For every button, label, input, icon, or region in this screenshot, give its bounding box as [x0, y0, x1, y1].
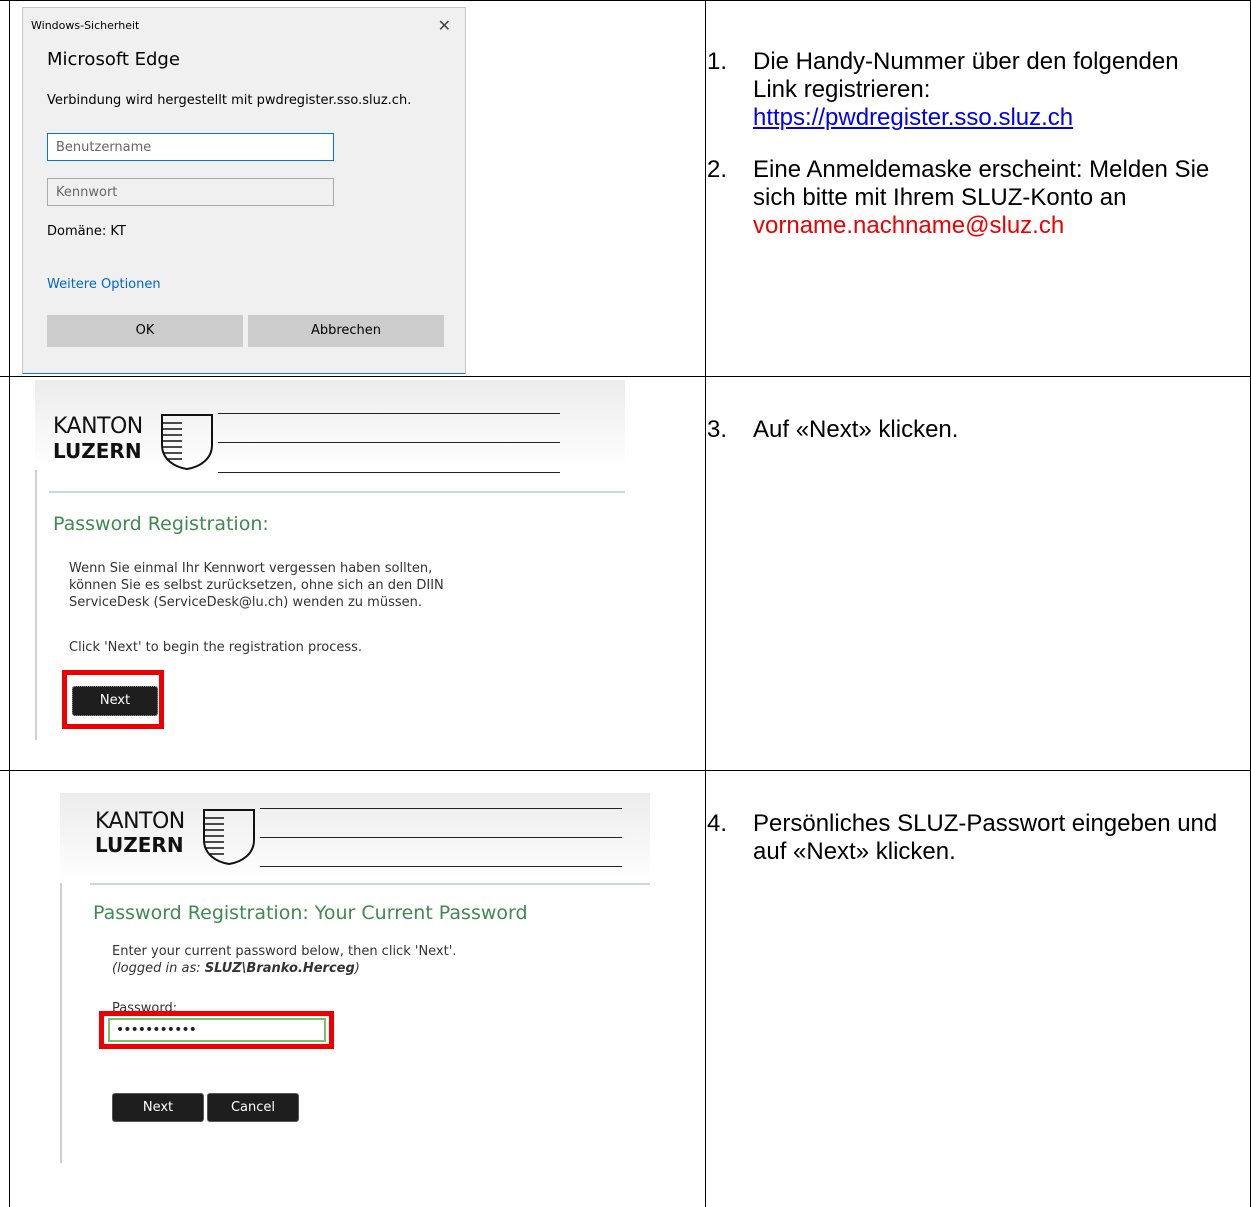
email-format-text: vorname.nachname@sluz.ch — [753, 212, 1065, 239]
logo-kanton: KANTON — [53, 414, 143, 439]
cancel-button[interactable]: Cancel — [207, 1093, 299, 1122]
table-row-divider-1 — [0, 376, 1251, 377]
step-4: 4. Persönliches SLUZ-Passwort eingeben u… — [707, 810, 1227, 866]
windows-security-dialog: Windows-Sicherheit ✕ Microsoft Edge Verb… — [22, 7, 466, 374]
logged-in-text: (logged in as: SLUZ\Branko.Herceg) — [112, 960, 360, 977]
header-rule — [218, 413, 560, 414]
highlight-box — [62, 670, 164, 729]
username-input[interactable]: Benutzername — [47, 133, 334, 161]
step-number: 1. — [707, 48, 728, 75]
coat-of-arms-icon — [203, 809, 255, 866]
steps-cell-2: 3. Auf «Next» klicken. — [707, 416, 1227, 466]
registration-link[interactable]: https://pwdregister.sso.sluz.ch — [753, 104, 1227, 132]
instruction-document: 1. Die Handy-Nummer über den folgenden L… — [0, 0, 1251, 1207]
table-border-left — [9, 0, 10, 1207]
domain-label: Domäne: KT — [47, 224, 126, 239]
logged-user: SLUZ\Branko.Herceg — [204, 961, 355, 976]
header-divider — [49, 491, 625, 493]
step-text: Eine Anmeldemaske erscheint: Melden Sie … — [753, 156, 1210, 211]
logged-suffix: ) — [354, 961, 360, 976]
page-title: Password Registration: — [53, 513, 269, 535]
step-1: 1. Die Handy-Nummer über den folgenden L… — [707, 48, 1227, 132]
table-border-middle — [705, 0, 706, 1207]
header-rule — [218, 442, 560, 443]
registration-page-screenshot-1: KANTON LUZERN Password Registration: Wen… — [35, 380, 625, 740]
header-rule — [218, 472, 560, 473]
header-rule — [260, 808, 622, 809]
header-rule — [260, 866, 622, 867]
step-number: 4. — [707, 810, 728, 837]
logo-luzern: LUZERN — [95, 833, 184, 857]
next-button[interactable]: Next — [112, 1093, 204, 1122]
table-row-divider-2 — [0, 770, 1251, 771]
step-number: 2. — [707, 156, 728, 183]
steps-cell-3: 4. Persönliches SLUZ-Passwort eingeben u… — [707, 810, 1227, 888]
dialog-caption: Windows-Sicherheit — [31, 19, 140, 32]
logged-prefix: (logged in as: — [112, 961, 205, 976]
header-rule — [260, 837, 622, 838]
more-options-link[interactable]: Weitere Optionen — [47, 277, 161, 292]
header-divider — [90, 883, 650, 885]
logo-kanton: KANTON — [95, 809, 185, 834]
table-border-top — [0, 0, 1251, 1]
highlight-box — [99, 1011, 334, 1049]
registration-page-screenshot-2: KANTON LUZERN Password Registration: You… — [60, 793, 650, 1163]
instruction-text: Enter your current password below, then … — [112, 944, 457, 959]
page-title: Password Registration: Your Current Pass… — [93, 902, 528, 924]
step-text: Persönliches SLUZ-Passwort eingeben und … — [753, 810, 1218, 865]
step-number: 3. — [707, 416, 728, 443]
ok-button[interactable]: OK — [47, 315, 243, 347]
step-text: Die Handy-Nummer über den folgenden Link… — [753, 48, 1179, 103]
dialog-message: Verbindung wird hergestellt mit pwdregis… — [47, 93, 412, 108]
logo-luzern: LUZERN — [53, 439, 142, 463]
password-input[interactable]: Kennwort — [47, 178, 334, 206]
close-icon[interactable]: ✕ — [438, 16, 451, 35]
cancel-button[interactable]: Abbrechen — [248, 315, 444, 347]
steps-cell-1: 1. Die Handy-Nummer über den folgenden L… — [707, 48, 1227, 262]
step-3: 3. Auf «Next» klicken. — [707, 416, 1227, 444]
step-text: Auf «Next» klicken. — [753, 416, 959, 443]
dialog-app-name: Microsoft Edge — [47, 49, 180, 70]
next-hint: Click 'Next' to begin the registration p… — [69, 640, 363, 655]
intro-paragraph: Wenn Sie einmal Ihr Kennwort vergessen h… — [69, 561, 444, 610]
step-2: 2. Eine Anmeldemaske erscheint: Melden S… — [707, 156, 1227, 240]
coat-of-arms-icon — [161, 414, 213, 471]
